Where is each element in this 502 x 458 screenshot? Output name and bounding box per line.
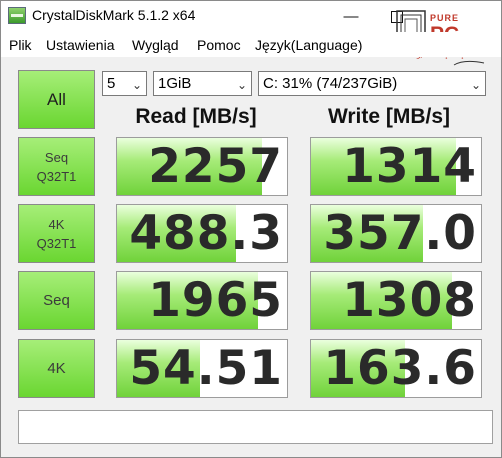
- row-label-line1: Seq: [43, 292, 70, 309]
- row-label-line1: 4K: [48, 216, 65, 232]
- 4k-write-value: 163.6: [323, 341, 477, 396]
- menu-pomoc[interactable]: Pomoc: [197, 37, 241, 53]
- read-header: Read [MB/s]: [135, 105, 257, 128]
- 4k-q32t1-write-cell: 357.0: [310, 204, 482, 263]
- 4k-q32t1-read-value: 488.3: [129, 206, 283, 261]
- seq-write-value: 1308: [342, 273, 477, 328]
- chevron-down-icon: ⌄: [470, 78, 481, 92]
- maximize-button[interactable]: [374, 1, 420, 32]
- all-button[interactable]: All: [18, 70, 95, 129]
- chevron-down-icon: ⌄: [236, 78, 247, 92]
- crystaldiskmark-icon: [8, 7, 26, 24]
- test-count-value: 5: [107, 75, 116, 92]
- menu-wyglad[interactable]: Wygląd: [132, 37, 179, 53]
- test-size-select[interactable]: 1GiB ⌄: [153, 71, 252, 96]
- menu-plik[interactable]: Plik: [9, 37, 32, 53]
- seq-q32t1-read-cell: 2257: [116, 137, 288, 196]
- 4k-q32t1-read-cell: 488.3: [116, 204, 288, 263]
- 4k-q32t1-button[interactable]: 4K Q32T1: [18, 204, 95, 263]
- drive-select[interactable]: C: 31% (74/237GiB) ⌄: [258, 71, 486, 96]
- seq-q32t1-write-value: 1314: [342, 139, 477, 194]
- seq-read-cell: 1965: [116, 271, 288, 330]
- row-label-line2: Q32T1: [36, 235, 77, 251]
- window-title: CrystalDiskMark 5.1.2 x64: [32, 7, 196, 23]
- 4k-read-cell: 54.51: [116, 339, 288, 398]
- menu-bar: Plik Ustawienia Wygląd Pomoc Język(Langu…: [1, 32, 501, 57]
- seq-read-value: 1965: [148, 273, 283, 328]
- seq-button[interactable]: Seq: [18, 271, 95, 330]
- seq-q32t1-write-cell: 1314: [310, 137, 482, 196]
- seq-q32t1-button[interactable]: Seq Q32T1: [18, 137, 95, 196]
- 4k-q32t1-write-value: 357.0: [323, 206, 477, 261]
- app-window: CrystalDiskMark 5.1.2 x64 — PURE PC Wiem…: [0, 0, 502, 458]
- 4k-read-value: 54.51: [129, 341, 283, 396]
- drive-value: C: 31% (74/237GiB): [263, 75, 398, 92]
- 4k-write-cell: 163.6: [310, 339, 482, 398]
- menu-ustawienia[interactable]: Ustawienia: [46, 37, 114, 53]
- 4k-button[interactable]: 4K: [18, 339, 95, 398]
- row-label-line2: Q32T1: [36, 168, 77, 184]
- maximize-icon: [391, 10, 403, 23]
- menu-jezyk[interactable]: Język(Language): [255, 37, 362, 53]
- minimize-button[interactable]: —: [328, 1, 374, 32]
- test-count-select[interactable]: 5 ⌄: [102, 71, 147, 96]
- title-bar[interactable]: CrystalDiskMark 5.1.2 x64 —: [1, 1, 501, 32]
- write-header: Write [MB/s]: [327, 105, 451, 128]
- chevron-down-icon: ⌄: [131, 78, 142, 92]
- row-label-line1: Seq: [44, 149, 69, 165]
- status-comment-field[interactable]: [18, 410, 493, 444]
- seq-write-cell: 1308: [310, 271, 482, 330]
- seq-q32t1-read-value: 2257: [148, 139, 283, 194]
- row-label-line1: 4K: [47, 360, 66, 377]
- test-size-value: 1GiB: [158, 75, 192, 92]
